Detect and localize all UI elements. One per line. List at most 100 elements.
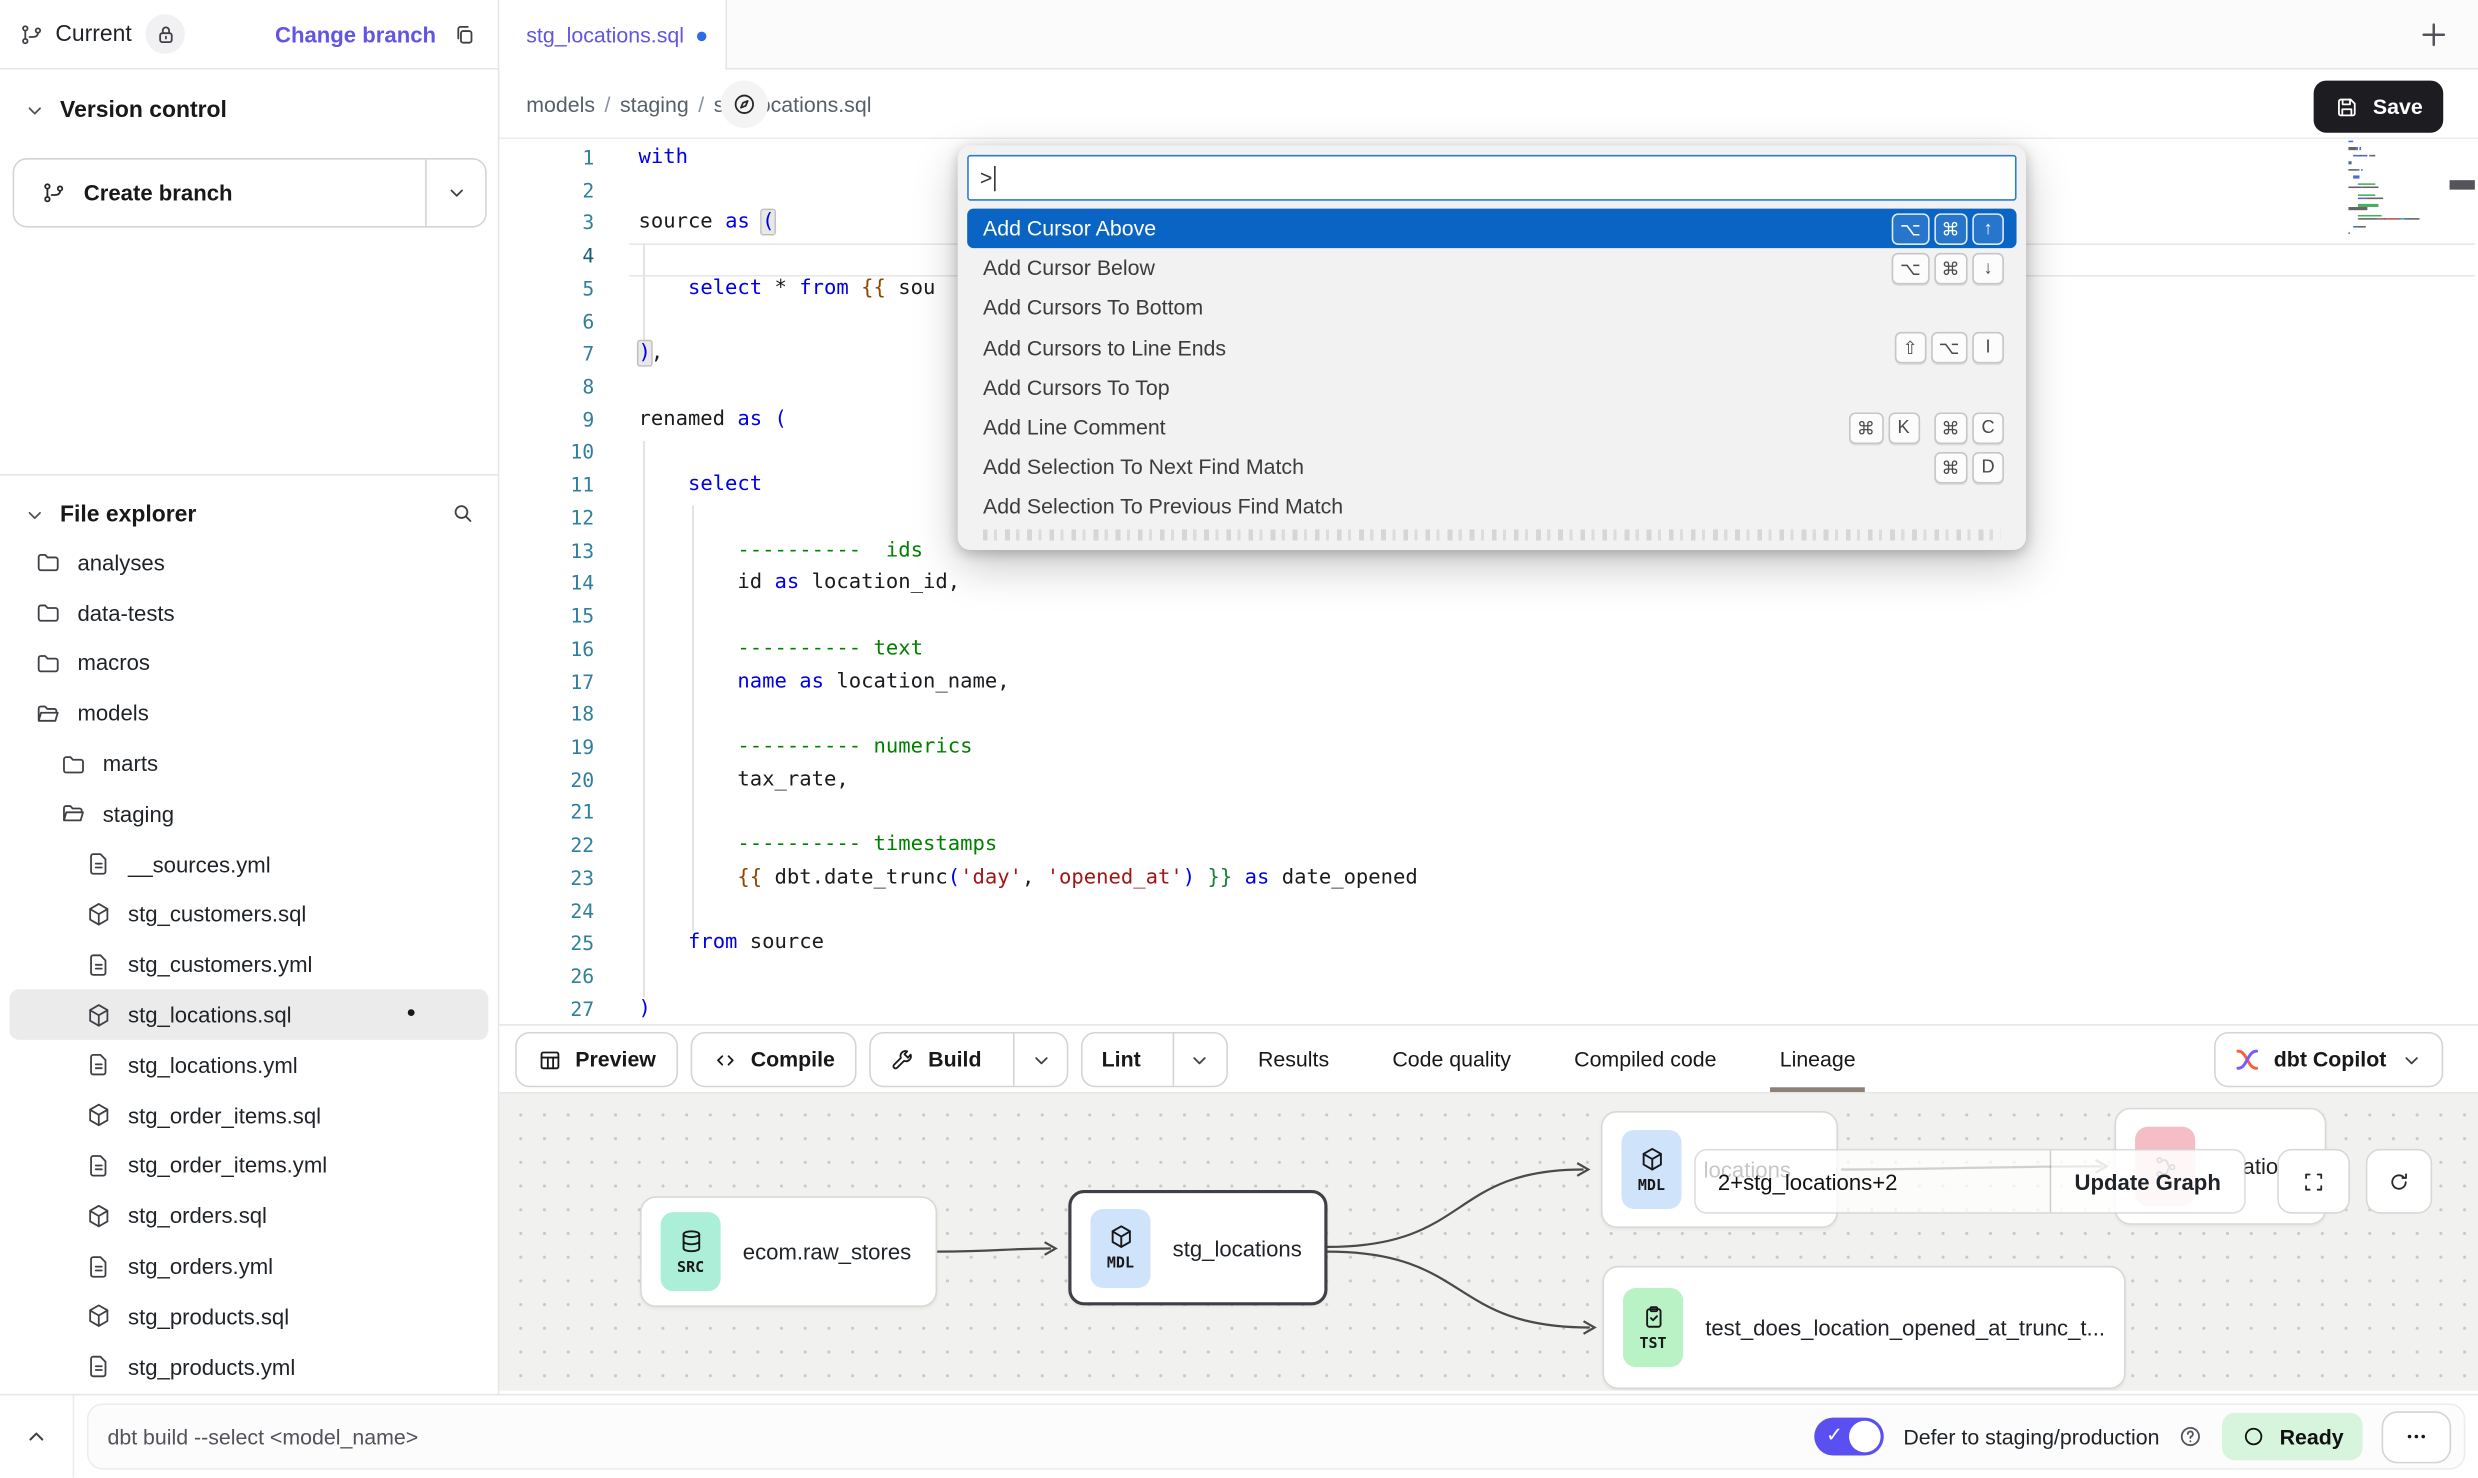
explore-compass-button[interactable] (721, 81, 768, 128)
command-item-add-cursors-to-line-ends[interactable]: Add Cursors to Line Ends⇧⌥I (967, 328, 2016, 368)
code-line[interactable] (638, 699, 2351, 732)
new-tab-button[interactable] (2412, 13, 2456, 57)
refresh-button[interactable] (2366, 1149, 2432, 1214)
copy-branch-icon[interactable] (452, 21, 477, 46)
help-icon[interactable] (2178, 1424, 2203, 1449)
expand-command-bar-button[interactable] (0, 1395, 74, 1477)
cube-icon (85, 1303, 112, 1330)
circle-status-icon (2242, 1424, 2267, 1449)
file-row-stg-order-items-sql[interactable]: stg_order_items.sql (9, 1090, 488, 1140)
command-item-add-selection-to-previous-find-match[interactable]: Add Selection To Previous Find Match (967, 487, 2016, 527)
file-icon (85, 851, 112, 878)
command-label: Add Cursors To Top (983, 376, 2004, 400)
breadcrumb-separator: / (698, 92, 704, 116)
create-branch-dropdown[interactable] (425, 160, 485, 226)
code-line[interactable]: tax_rate, (638, 764, 2351, 797)
breadcrumb-item[interactable]: models (526, 92, 595, 116)
command-list: Add Cursor Above⌥⌘↑Add Cursor Below⌥⌘↓Ad… (967, 209, 2016, 527)
file-row-marts[interactable]: marts (9, 738, 488, 788)
file-row-stg-products-sql[interactable]: stg_products.sql (9, 1291, 488, 1341)
tab-stg-locations-sql[interactable]: stg_locations.sql (499, 0, 727, 71)
line-number: 3 (499, 208, 594, 241)
build-dropdown[interactable] (1013, 1034, 1067, 1086)
keycap: ⌘ (1849, 412, 1883, 444)
tab-lineage[interactable]: Lineage (1780, 1026, 1856, 1092)
command-label: Add Selection To Next Find Match (983, 455, 1919, 479)
file-row-data-tests[interactable]: data-tests (9, 588, 488, 638)
file-row--sources-yml[interactable]: __sources.yml (9, 839, 488, 889)
file-row-stg-orders-yml[interactable]: stg_orders.yml (9, 1241, 488, 1291)
fullscreen-button[interactable] (2277, 1149, 2350, 1214)
file-row-models[interactable]: models (9, 688, 488, 738)
command-item-add-cursors-to-top[interactable]: Add Cursors To Top (967, 368, 2016, 408)
file-row-stg-customers-yml[interactable]: stg_customers.yml (9, 939, 488, 989)
update-graph-button[interactable]: Update Graph (2051, 1151, 2244, 1213)
line-number: 24 (499, 895, 594, 928)
file-row-stg-locations-yml[interactable]: stg_locations.yml (9, 1040, 488, 1090)
code-line[interactable]: {{ dbt.date_trunc('day', 'opened_at') }}… (638, 863, 2351, 896)
line-number: 11 (499, 470, 594, 503)
code-line[interactable]: ---------- timestamps (638, 830, 2351, 863)
fullscreen-icon (2301, 1169, 2326, 1194)
sidebar: Version control Create branch File explo… (0, 70, 499, 1394)
dbt-copilot-button[interactable]: dbt Copilot (2214, 1032, 2444, 1087)
chevron-down-icon (2399, 1047, 2424, 1072)
dbt-command-input[interactable]: dbt build --select <model_name> (107, 1425, 1814, 1449)
compile-button[interactable]: Compile (691, 1032, 857, 1087)
file-row-macros[interactable]: macros (9, 638, 488, 688)
minimap[interactable] (2348, 141, 2433, 236)
lineage-node-ecom-raw-stores[interactable]: SRC ecom.raw_stores (640, 1196, 937, 1307)
breadcrumb-item[interactable]: staging (620, 92, 689, 116)
create-branch-button[interactable]: Create branch (13, 158, 487, 228)
file-row-stg-orders-sql[interactable]: stg_orders.sql (9, 1191, 488, 1241)
defer-toggle[interactable]: ✓ (1815, 1418, 1885, 1456)
file-row-staging[interactable]: staging (9, 789, 488, 839)
code-line[interactable] (638, 601, 2351, 634)
line-number: 16 (499, 633, 594, 666)
lint-dropdown[interactable] (1172, 1034, 1226, 1086)
file-row-analyses[interactable]: analyses (9, 537, 488, 587)
command-item-add-cursor-below[interactable]: Add Cursor Below⌥⌘↓ (967, 248, 2016, 288)
lineage-node-test-opened-at[interactable]: TST test_does_location_opened_at_trunc_t… (1602, 1266, 2125, 1389)
command-item-add-cursors-to-bottom[interactable]: Add Cursors To Bottom (967, 288, 2016, 328)
file-label: stg_customers.sql (128, 902, 306, 927)
save-button[interactable]: Save (2314, 81, 2443, 133)
lineage-selector-input[interactable]: 2+stg_locations+2 (1696, 1151, 2050, 1213)
preview-button[interactable]: Preview (515, 1032, 678, 1087)
command-item-add-selection-to-next-find-match[interactable]: Add Selection To Next Find Match⌘D (967, 447, 2016, 487)
tab-results[interactable]: Results (1258, 1026, 1329, 1092)
version-control-section[interactable]: Version control (0, 89, 498, 133)
keycap: ⌘ (1934, 412, 1968, 444)
code-line[interactable]: ) (638, 994, 2351, 1025)
command-item-add-cursor-above[interactable]: Add Cursor Above⌥⌘↑ (967, 209, 2016, 249)
change-branch-link[interactable]: Change branch (275, 21, 436, 46)
scrollbar-thumb[interactable] (2450, 180, 2475, 189)
more-options-button[interactable] (2382, 1410, 2452, 1462)
build-button[interactable]: Build (870, 1032, 1069, 1087)
code-line[interactable]: name as location_name, (638, 666, 2351, 699)
file-row-stg-products-yml[interactable]: stg_products.yml (9, 1341, 488, 1391)
code-line[interactable] (638, 895, 2351, 928)
lineage-node-stg-locations[interactable]: MDL stg_locations (1068, 1190, 1327, 1305)
code-line[interactable] (638, 961, 2351, 994)
command-palette-input[interactable]: > (967, 155, 2016, 201)
file-row-stg-customers-sql[interactable]: stg_customers.sql (9, 889, 488, 939)
file-explorer-section[interactable]: File explorer (0, 493, 498, 537)
code-line[interactable]: id as location_id, (638, 568, 2351, 601)
line-number: 10 (499, 437, 594, 470)
line-number: 26 (499, 961, 594, 994)
code-line[interactable] (638, 797, 2351, 830)
file-row-stg-order-items-yml[interactable]: stg_order_items.yml (9, 1140, 488, 1190)
lineage-graph-panel[interactable]: SRC ecom.raw_stores MDL stg_locations MD… (499, 1094, 2478, 1391)
lint-button[interactable]: Lint (1081, 1032, 1228, 1087)
code-line[interactable]: ---------- text (638, 633, 2351, 666)
line-number: 17 (499, 666, 594, 699)
file-search-icon[interactable] (450, 501, 475, 526)
cube-icon (85, 1102, 112, 1129)
code-line[interactable]: from source (638, 928, 2351, 961)
code-line[interactable]: ---------- numerics (638, 732, 2351, 765)
command-item-add-line-comment[interactable]: Add Line Comment⌘K⌘C (967, 408, 2016, 448)
file-row-stg-locations-sql[interactable]: stg_locations.sql• (9, 990, 488, 1040)
tab-compiled-code[interactable]: Compiled code (1574, 1026, 1716, 1092)
tab-code-quality[interactable]: Code quality (1392, 1026, 1511, 1092)
